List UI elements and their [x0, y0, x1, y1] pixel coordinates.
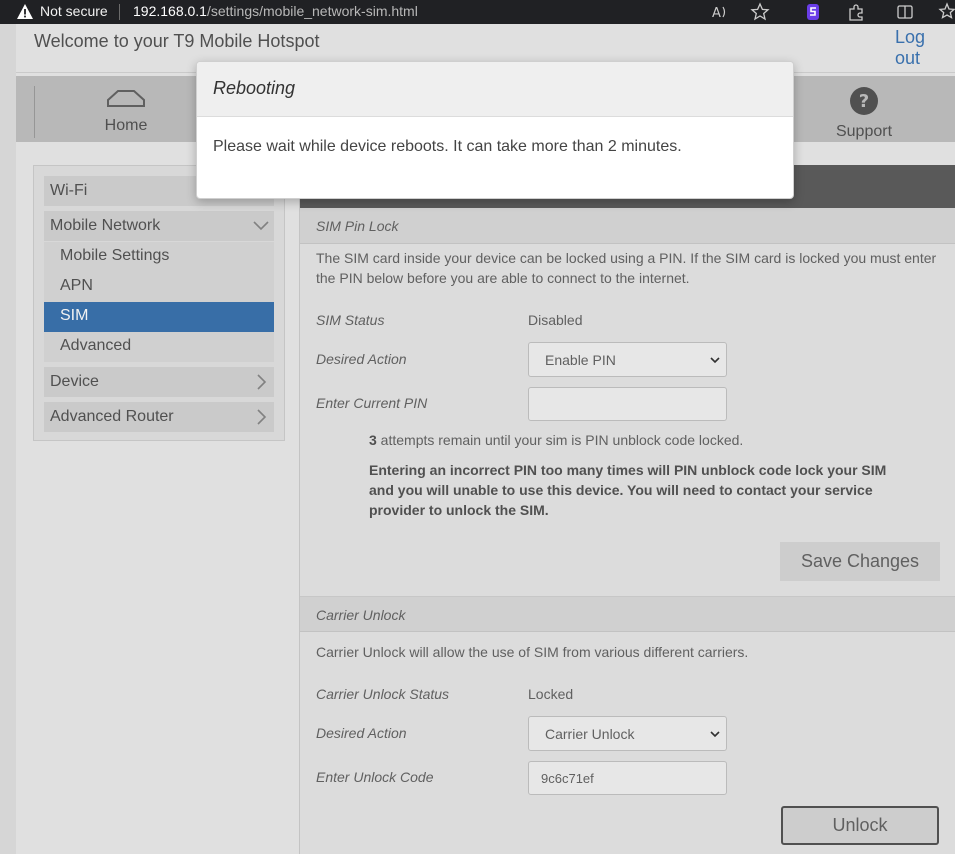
url-path: /settings/mobile_network-sim.html	[206, 3, 418, 19]
svg-text:A: A	[712, 6, 721, 21]
extensions-puzzle-icon[interactable]	[846, 2, 866, 22]
address-separator	[119, 4, 120, 20]
warning-icon[interactable]	[16, 3, 34, 20]
favorite-star-icon[interactable]	[750, 2, 770, 22]
read-aloud-icon[interactable]: A	[710, 2, 730, 22]
url-field[interactable]: 192.168.0.1/settings/mobile_network-sim.…	[133, 3, 418, 19]
dialog-title: Rebooting	[197, 62, 793, 117]
dialog-message: Please wait while device reboots. It can…	[213, 138, 682, 155]
extension-s-icon[interactable]	[803, 2, 823, 22]
split-screen-icon[interactable]	[895, 2, 915, 22]
rebooting-dialog: Rebooting Please wait while device reboo…	[196, 61, 794, 199]
url-host: 192.168.0.1	[133, 3, 207, 19]
security-label[interactable]: Not secure	[40, 3, 108, 19]
favorites-icon[interactable]	[938, 2, 955, 22]
browser-address-bar: Not secure 192.168.0.1/settings/mobile_n…	[0, 0, 955, 24]
